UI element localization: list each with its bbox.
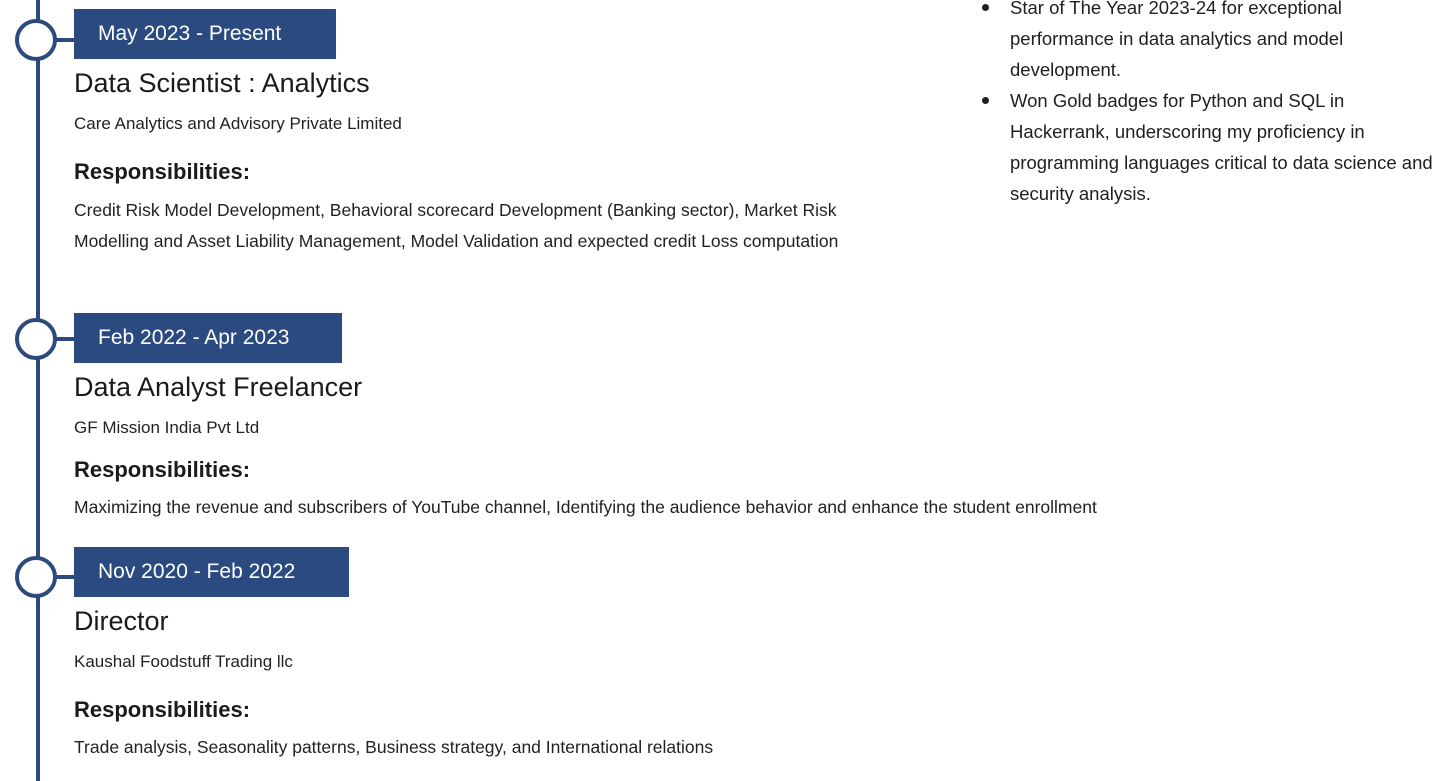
responsibilities-text-2: Maximizing the revenue and subscribers o… [74,497,1097,517]
date-badge-1: May 2023 - Present [74,9,336,59]
responsibilities-text-1: Credit Risk Model Development, Behaviora… [74,200,839,251]
responsibilities-heading-2: Responsibilities: [74,457,251,482]
responsibilities-heading-3: Responsibilities: [74,697,251,722]
achievement-item: Won Gold badges for Python and SQL in Ha… [980,85,1440,209]
timeline-node-1 [15,19,57,61]
job-title-3: Director [74,606,169,636]
responsibilities-heading-1: Responsibilities: [74,159,251,184]
job-title-2: Data Analyst Freelancer [74,372,363,402]
bullet-icon [982,97,989,104]
company-name-1: Care Analytics and Advisory Private Limi… [74,114,402,133]
date-badge-2: Feb 2022 - Apr 2023 [74,313,342,363]
achievement-item: Star of The Year 2023-24 for exceptional… [980,0,1440,85]
company-name-3: Kaushal Foodstuff Trading llc [74,652,293,671]
experience-page: May 2023 - Present Data Scientist : Anal… [0,0,1443,781]
bullet-icon [982,4,989,11]
company-name-2: GF Mission India Pvt Ltd [74,418,260,437]
timeline-line [36,0,40,781]
achievement-text-2: Won Gold badges for Python and SQL in Ha… [1010,90,1433,204]
achievements-list: Star of The Year 2023-24 for exceptional… [980,0,1440,209]
job-title-1: Data Scientist : Analytics [74,68,370,98]
responsibilities-text-3: Trade analysis, Seasonality patterns, Bu… [74,737,714,757]
achievement-text-1: Star of The Year 2023-24 for exceptional… [1010,0,1344,80]
timeline-node-3 [15,556,57,598]
date-badge-3: Nov 2020 - Feb 2022 [74,547,349,597]
timeline-node-2 [15,318,57,360]
